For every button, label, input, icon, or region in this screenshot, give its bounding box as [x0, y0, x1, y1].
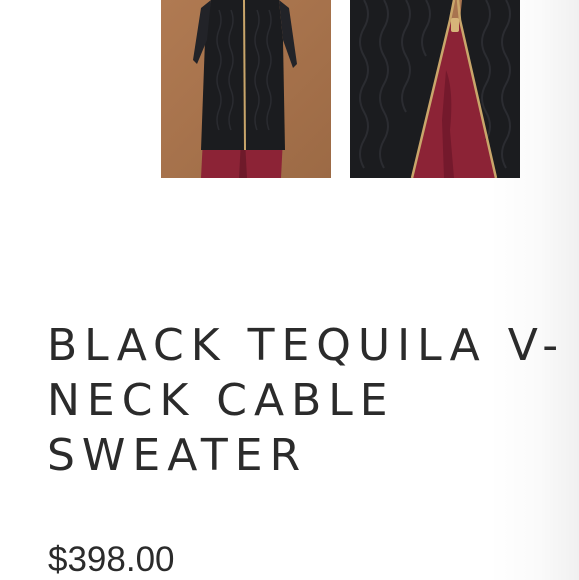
product-image-zipper-detail[interactable]: [350, 0, 520, 178]
product-title-line-3: SWEATER: [47, 430, 308, 481]
product-image-back-view[interactable]: [161, 0, 331, 178]
zipper-detail-photo: [350, 0, 520, 178]
back-view-photo: [161, 0, 331, 178]
product-title-line-1: BLACK TEQUILA V-: [47, 320, 566, 371]
product-title-line-2: NECK CABLE: [47, 375, 395, 426]
product-title: BLACK TEQUILA V- NECK CABLE SWEATER: [47, 318, 579, 483]
product-price: $398.00: [48, 540, 175, 579]
